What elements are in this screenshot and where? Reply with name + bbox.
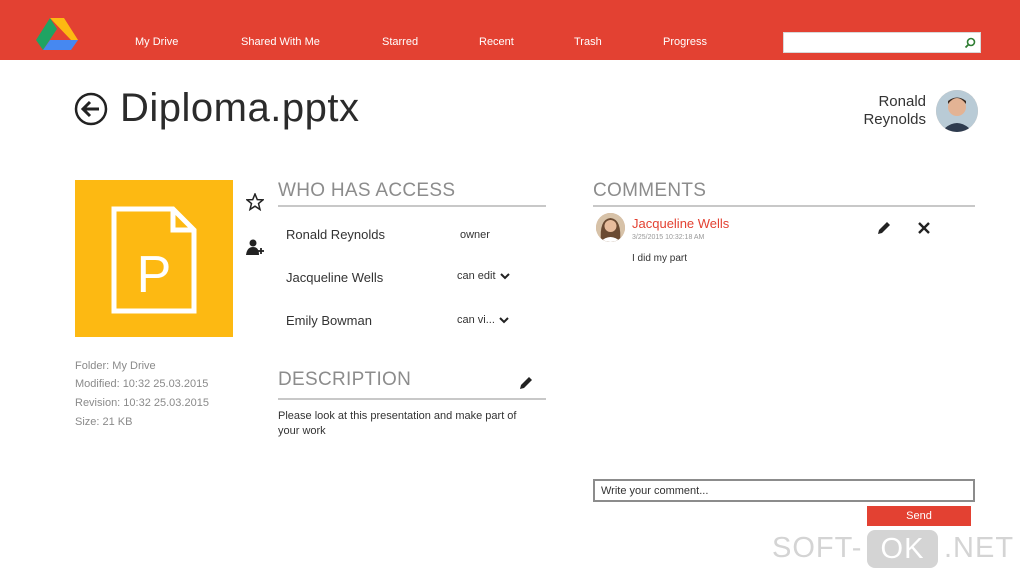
- chevron-down-icon: [499, 273, 510, 280]
- nav-recent[interactable]: Recent: [479, 36, 514, 48]
- nav-progress[interactable]: Progress: [663, 36, 707, 48]
- access-role-label-0: owner: [460, 229, 490, 241]
- nav-trash[interactable]: Trash: [574, 36, 602, 48]
- comment-text: I did my part: [632, 253, 688, 264]
- description-text: Please look at this presentation and mak…: [278, 410, 517, 437]
- search-box: [783, 32, 981, 53]
- close-icon[interactable]: [916, 220, 932, 236]
- pencil-icon[interactable]: [518, 375, 534, 391]
- meta-folder: Folder: My Drive: [75, 360, 156, 372]
- pencil-icon[interactable]: [876, 220, 892, 236]
- nav-starred[interactable]: Starred: [382, 36, 418, 48]
- access-role-label-2: can vi...: [457, 314, 495, 326]
- file-thumbnail: P: [75, 180, 233, 337]
- file-type-letter: P: [137, 246, 172, 304]
- star-icon[interactable]: [244, 191, 266, 213]
- description-section-title: DESCRIPTION: [278, 369, 412, 390]
- user-name[interactable]: Ronald Reynolds: [848, 93, 926, 129]
- meta-size: Size: 21 KB: [75, 416, 133, 428]
- watermark-net: .NET: [944, 532, 1015, 564]
- comment-author-avatar: [596, 213, 625, 242]
- access-role-0: owner: [460, 229, 490, 241]
- meta-revision: Revision: 10:32 25.03.2015: [75, 397, 209, 409]
- comments-divider: [593, 205, 975, 207]
- access-role-dropdown-2[interactable]: can vi...: [457, 314, 509, 326]
- user-last-name: Reynolds: [863, 111, 926, 128]
- search-input[interactable]: [784, 33, 960, 52]
- search-icon[interactable]: [960, 33, 980, 52]
- file-title: Diploma.pptx: [120, 86, 360, 130]
- nav-shared-with-me[interactable]: Shared With Me: [241, 36, 320, 48]
- access-name-0: Ronald Reynolds: [286, 227, 386, 242]
- watermark-ok: OK: [867, 530, 938, 568]
- access-section-title: WHO HAS ACCESS: [278, 180, 456, 201]
- user-first-name: Ronald: [878, 93, 926, 110]
- back-arrow-icon[interactable]: [74, 92, 108, 126]
- comment-date: 3/25/2015 10:32:18 AM: [632, 234, 705, 241]
- top-bar: My Drive Shared With Me Starred Recent T…: [0, 0, 1020, 60]
- comment-author[interactable]: Jacqueline Wells: [632, 216, 729, 231]
- add-person-icon[interactable]: [244, 236, 266, 258]
- access-name-1: Jacqueline Wells: [286, 270, 384, 285]
- user-avatar[interactable]: [936, 90, 978, 132]
- access-role-dropdown-1[interactable]: can edit: [457, 270, 510, 282]
- watermark-soft: SOFT-: [772, 532, 863, 564]
- send-button[interactable]: Send: [867, 506, 971, 526]
- nav-my-drive[interactable]: My Drive: [135, 36, 178, 48]
- description-divider: [278, 398, 546, 400]
- meta-modified: Modified: 10:32 25.03.2015: [75, 378, 209, 390]
- access-role-label-1: can edit: [457, 270, 496, 282]
- access-name-2: Emily Bowman: [286, 313, 372, 328]
- comment-input[interactable]: [593, 479, 975, 502]
- access-divider: [278, 205, 546, 207]
- chevron-down-icon: [499, 317, 509, 324]
- google-drive-logo[interactable]: [36, 18, 78, 50]
- comments-section-title: COMMENTS: [593, 180, 707, 201]
